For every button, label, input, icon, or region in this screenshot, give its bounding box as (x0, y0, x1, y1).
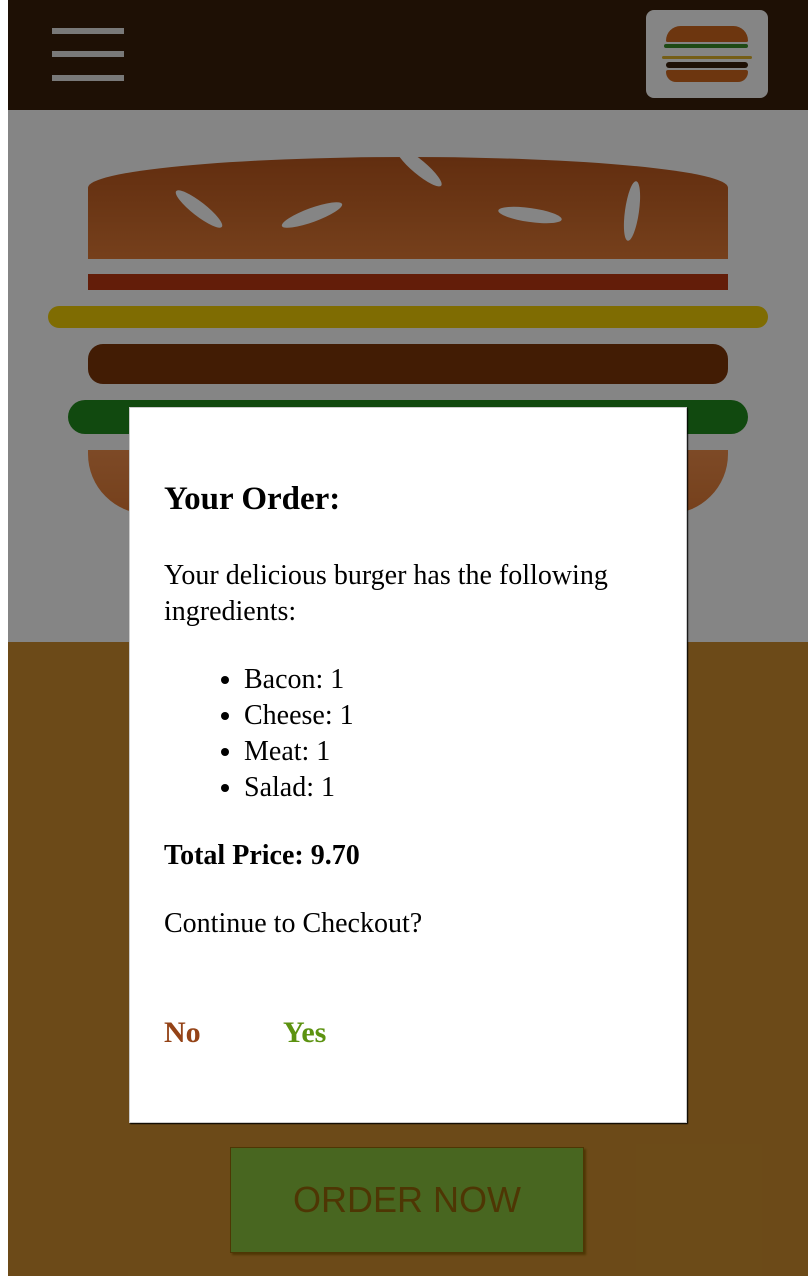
cancel-button[interactable]: No (164, 1016, 201, 1050)
list-item: Bacon: 1 (244, 662, 652, 698)
list-item: Meat: 1 (244, 734, 652, 770)
order-summary-title: Your Order: (164, 481, 341, 517)
app: ORDER NOW Your Order: Your delicious bur… (8, 0, 808, 1276)
modal-actions: No Yes (164, 1016, 652, 1056)
list-item: Cheese: 1 (244, 698, 652, 734)
list-item: Salad: 1 (244, 770, 652, 806)
total-price: Total Price: 9.70 (164, 839, 360, 871)
order-summary-intro: Your delicious burger has the following … (164, 559, 608, 627)
ingredient-list: Bacon: 1 Cheese: 1 Meat: 1 Salad: 1 (164, 662, 652, 806)
continue-prompt: Continue to Checkout? (164, 907, 423, 939)
continue-button[interactable]: Yes (283, 1016, 326, 1050)
order-summary-modal: Your Order: Your delicious burger has th… (129, 407, 687, 1123)
